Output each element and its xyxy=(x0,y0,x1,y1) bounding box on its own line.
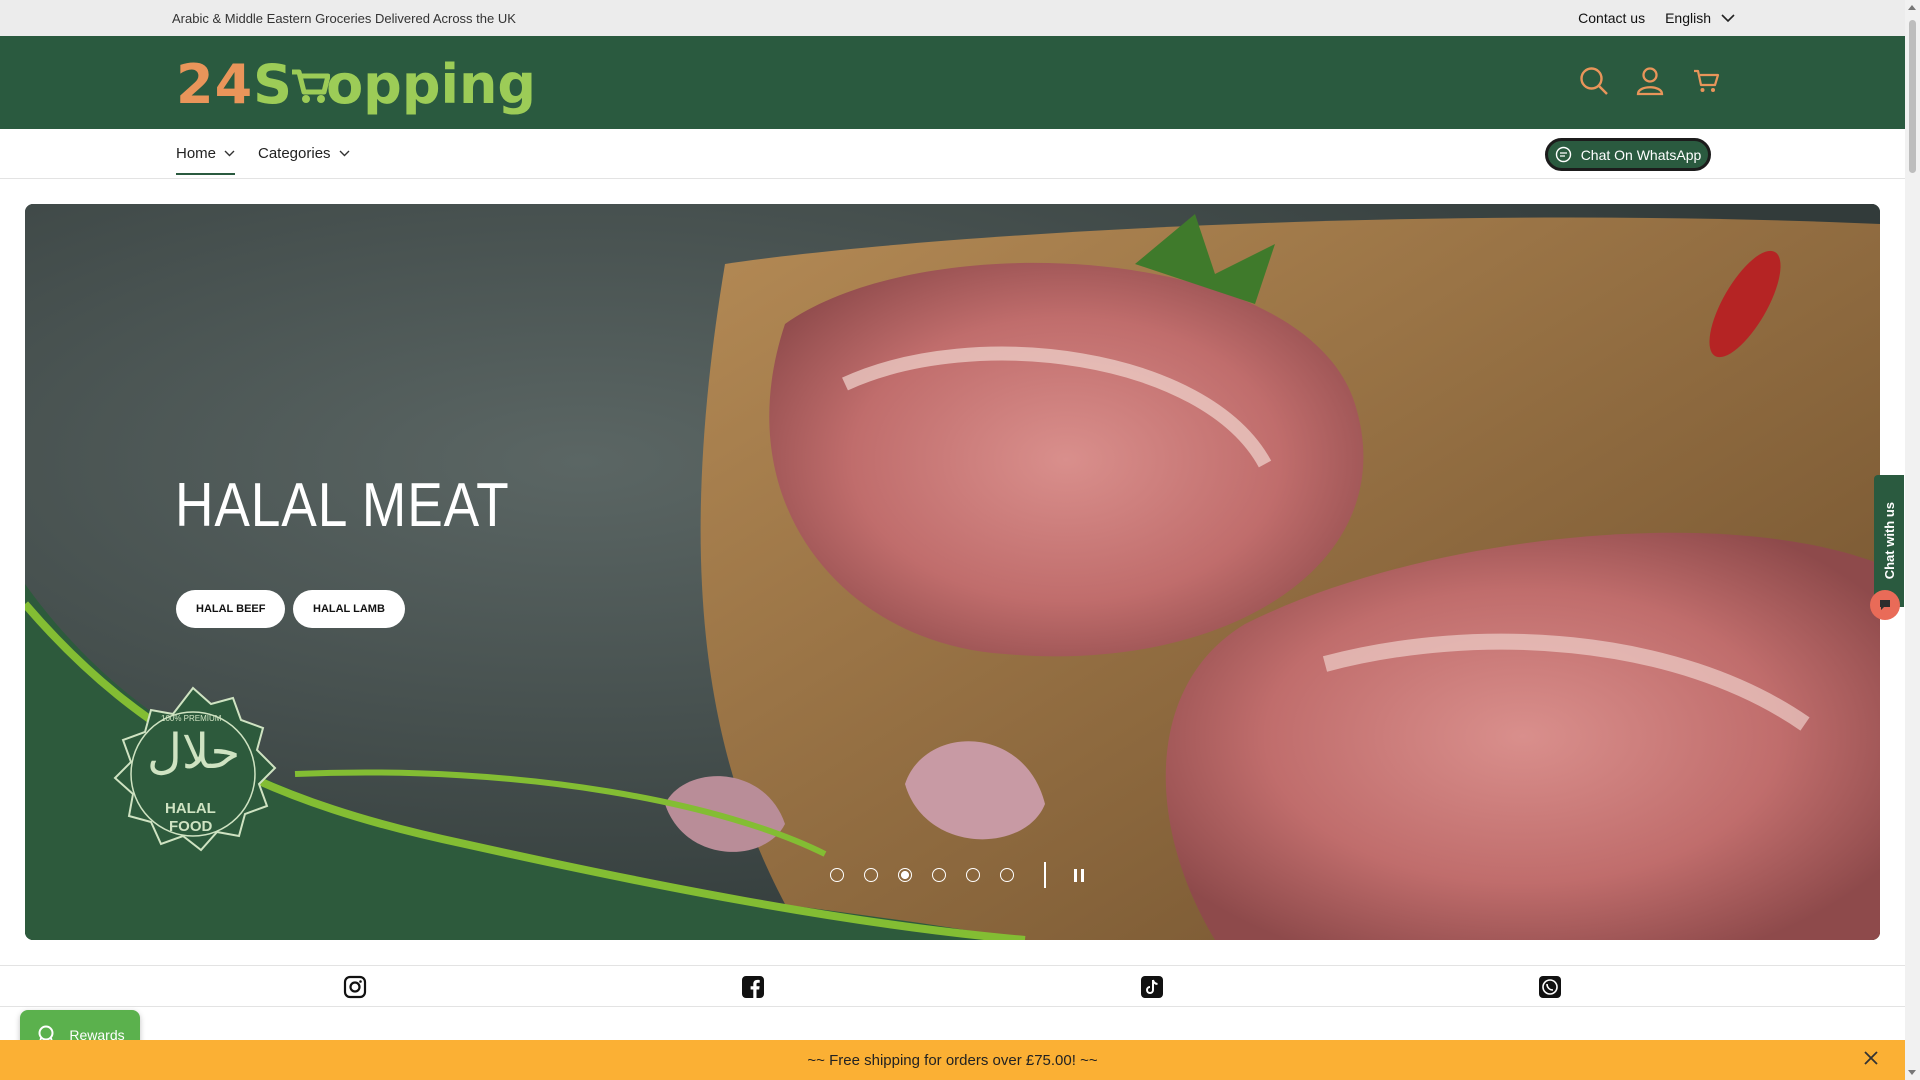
account-button[interactable] xyxy=(1635,66,1665,96)
badge-line2: FOOD xyxy=(169,818,213,835)
close-icon[interactable] xyxy=(1863,1050,1879,1066)
main-nav: Home Categories Chat On WhatsApp xyxy=(0,129,1905,179)
chat-with-us-tab[interactable]: Chat with us xyxy=(1874,475,1904,607)
logo-rest: opping xyxy=(326,52,537,116)
scroll-down-arrow[interactable] xyxy=(1908,1070,1916,1075)
logo-letter-s: S xyxy=(253,52,293,116)
whatsapp-label: Chat On WhatsApp xyxy=(1580,146,1702,163)
pause-icon[interactable] xyxy=(1074,868,1084,882)
chat-tab-label: Chat with us xyxy=(1881,502,1897,580)
controls-divider xyxy=(1044,862,1046,888)
whatsapp-icon[interactable] xyxy=(1538,975,1562,999)
slide-dot-1[interactable] xyxy=(830,868,844,882)
hero-title: HALAL MEAT xyxy=(175,471,510,540)
chevron-down-icon xyxy=(1721,13,1735,22)
badge-top-text: 100% PREMIUM xyxy=(161,714,222,723)
chat-bubble-button[interactable] xyxy=(1870,590,1900,620)
nav-item-label: Categories xyxy=(258,144,331,162)
nav-item-categories[interactable]: Categories xyxy=(258,129,350,177)
halal-beef-button[interactable]: HALAL BEEF xyxy=(176,590,286,628)
message-icon xyxy=(1880,600,1890,610)
contact-us-link[interactable]: Contact us xyxy=(1578,10,1645,26)
shipping-text: ~~ Free shipping for orders over £75.00!… xyxy=(807,1051,1098,1069)
hero-image xyxy=(25,204,1880,940)
slide-dot-2[interactable] xyxy=(864,868,878,882)
slide-dot-5[interactable] xyxy=(966,868,980,882)
hero-slideshow: 100% PREMIUM حلال HALAL FOOD HALAL MEAT … xyxy=(25,204,1880,940)
social-links-bar xyxy=(0,965,1905,1007)
badge-line1: HALAL xyxy=(165,800,216,817)
search-icon xyxy=(1580,67,1608,95)
page-scrollbar[interactable] xyxy=(1905,0,1920,1080)
header-actions xyxy=(1579,66,1721,96)
slide-dot-3[interactable] xyxy=(898,868,912,882)
slideshow-controls xyxy=(830,862,1084,888)
site-logo[interactable]: 24 S opping xyxy=(176,53,536,116)
chevron-down-icon xyxy=(339,150,350,156)
nav-item-home[interactable]: Home xyxy=(176,129,236,177)
language-label: English xyxy=(1665,10,1711,26)
announcement-bar: Arabic & Middle Eastern Groceries Delive… xyxy=(0,0,1905,36)
search-button[interactable] xyxy=(1579,66,1609,96)
slide-dot-6[interactable] xyxy=(1000,868,1014,882)
language-selector[interactable]: English xyxy=(1665,10,1735,26)
logo-cart-icon xyxy=(292,69,331,103)
tagline: Arabic & Middle Eastern Groceries Delive… xyxy=(172,10,516,26)
badge-arabic-text: حلال xyxy=(147,724,241,780)
logo-digits: 24 xyxy=(176,52,254,116)
nav-item-label: Home xyxy=(176,144,217,162)
scroll-thumb[interactable] xyxy=(1909,20,1916,173)
cart-button[interactable] xyxy=(1691,66,1721,96)
facebook-icon[interactable] xyxy=(741,975,765,999)
whatsapp-chat-button[interactable]: Chat On WhatsApp xyxy=(1545,138,1711,171)
topbar-links: Contact us English xyxy=(1578,10,1735,26)
scroll-up-arrow[interactable] xyxy=(1908,5,1916,10)
halal-lamb-button[interactable]: HALAL LAMB xyxy=(293,590,405,628)
cart-icon xyxy=(1694,69,1720,92)
site-header: 24 S opping xyxy=(0,36,1905,129)
chevron-down-icon xyxy=(224,150,235,156)
tiktok-icon[interactable] xyxy=(1140,975,1164,999)
account-icon xyxy=(1636,67,1664,96)
shipping-announcement-bar: ~~ Free shipping for orders over £75.00!… xyxy=(0,1040,1905,1080)
instagram-icon[interactable] xyxy=(343,975,367,999)
halal-badge: 100% PREMIUM حلال HALAL FOOD xyxy=(103,684,283,864)
slide-dot-4[interactable] xyxy=(932,868,946,882)
chat-icon xyxy=(1555,146,1571,163)
